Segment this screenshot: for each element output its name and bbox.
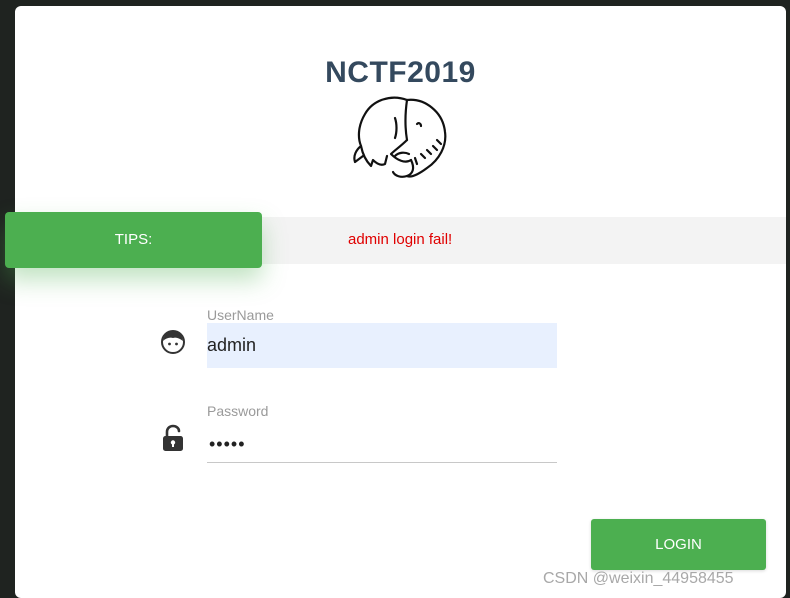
tips-label: TIPS: xyxy=(5,212,262,268)
password-label: Password xyxy=(207,403,269,419)
login-button[interactable]: LOGIN xyxy=(591,519,766,570)
username-input[interactable] xyxy=(207,323,557,368)
page: NCTF2019 admin login fail! UserName admi… xyxy=(0,0,790,598)
elephant-icon xyxy=(353,96,447,178)
login-card: NCTF2019 admin login fail! UserName admi… xyxy=(15,6,786,598)
user-face-icon xyxy=(161,330,185,354)
page-title: NCTF2019 xyxy=(325,56,476,89)
unlock-icon xyxy=(163,424,183,451)
tips-message: admin login fail! xyxy=(348,231,453,248)
watermark: CSDN @weixin_44958455 xyxy=(543,570,734,587)
username-label: UserName xyxy=(207,307,274,323)
password-input[interactable] xyxy=(207,426,557,463)
